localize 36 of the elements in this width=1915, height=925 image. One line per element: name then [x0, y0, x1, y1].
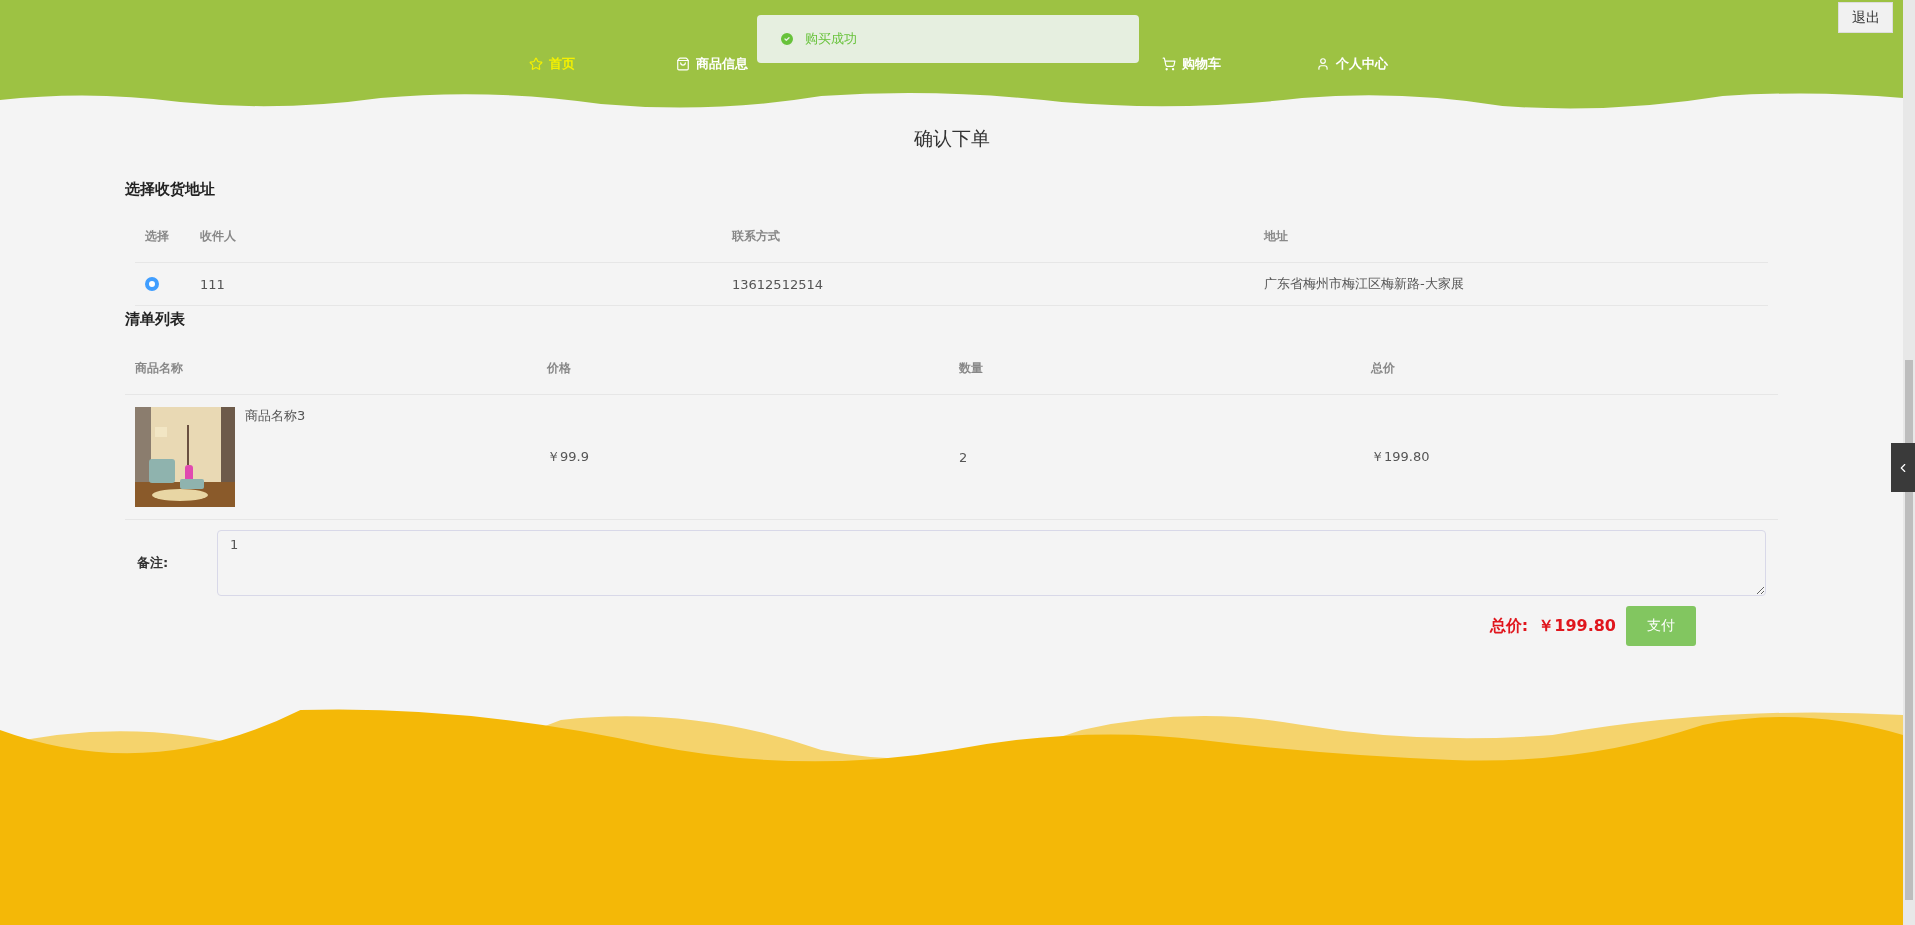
total-label: 总价: [1489, 615, 1529, 637]
column-header: 总价 [1361, 343, 1778, 395]
section-title: 选择收货地址 [125, 180, 216, 199]
table-cell: ￥199.80 [1371, 448, 1430, 466]
toast-message: 购买成功 [805, 30, 857, 48]
logout-button[interactable]: 退出 [1838, 2, 1893, 33]
table-cell: 2 [959, 449, 968, 465]
column-header: 地址 [1254, 211, 1768, 263]
column-header: 联系方式 [722, 211, 1254, 263]
table-cell: 111 [200, 276, 225, 292]
page-title: 确认下单 [912, 126, 991, 151]
cart-icon [1162, 57, 1176, 71]
product-name: 商品名称3 [245, 407, 306, 425]
bag-icon [675, 57, 690, 71]
note-label: 备注: [137, 554, 170, 572]
table-cell: 广东省梅州市梅江区梅新路-大家展 [1264, 275, 1464, 293]
total-amount: ￥199.80 [1538, 615, 1616, 637]
nav-link[interactable]: 个人中心 [1271, 55, 1432, 73]
section-title: 清单列表 [125, 310, 186, 329]
check-icon [779, 31, 795, 47]
column-header: 数量 [949, 343, 1361, 395]
scrollbar[interactable] [1903, 0, 1915, 925]
radio-button[interactable] [145, 277, 159, 291]
table-cell: ￥99.9 [547, 448, 589, 466]
nav-link[interactable]: 首页 [471, 55, 632, 73]
column-header: 价格 [537, 343, 949, 395]
nav-link[interactable]: 购物车 [1111, 55, 1272, 73]
star-icon [528, 57, 543, 71]
nav-link[interactable]: 商品信息 [631, 55, 792, 73]
column-header: 选择 [135, 211, 190, 263]
pay-button[interactable]: 支付 [1626, 606, 1696, 646]
column-header: 收件人 [190, 211, 722, 263]
user-icon [1315, 57, 1330, 71]
table-cell: 13612512514 [732, 276, 823, 292]
column-header: 商品名称 [125, 343, 537, 395]
note-field[interactable]: 1 [217, 530, 1766, 596]
